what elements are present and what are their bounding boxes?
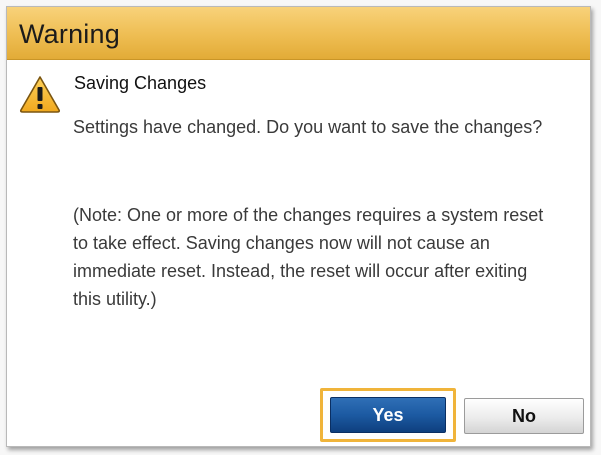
warning-triangle-icon: [19, 76, 61, 113]
no-button[interactable]: No: [464, 398, 584, 434]
dialog-title: Warning: [19, 19, 120, 49]
dialog-message: Settings have changed. Do you want to sa…: [73, 117, 543, 137]
dialog-heading: Saving Changes: [74, 73, 207, 93]
yes-button[interactable]: Yes: [330, 397, 446, 433]
dialog-note: (Note: One or more of the changes requir…: [73, 205, 544, 309]
dialog-title-bar: Warning: [7, 7, 590, 60]
warning-dialog: Warning Saving Changes Settings have cha…: [6, 6, 591, 447]
